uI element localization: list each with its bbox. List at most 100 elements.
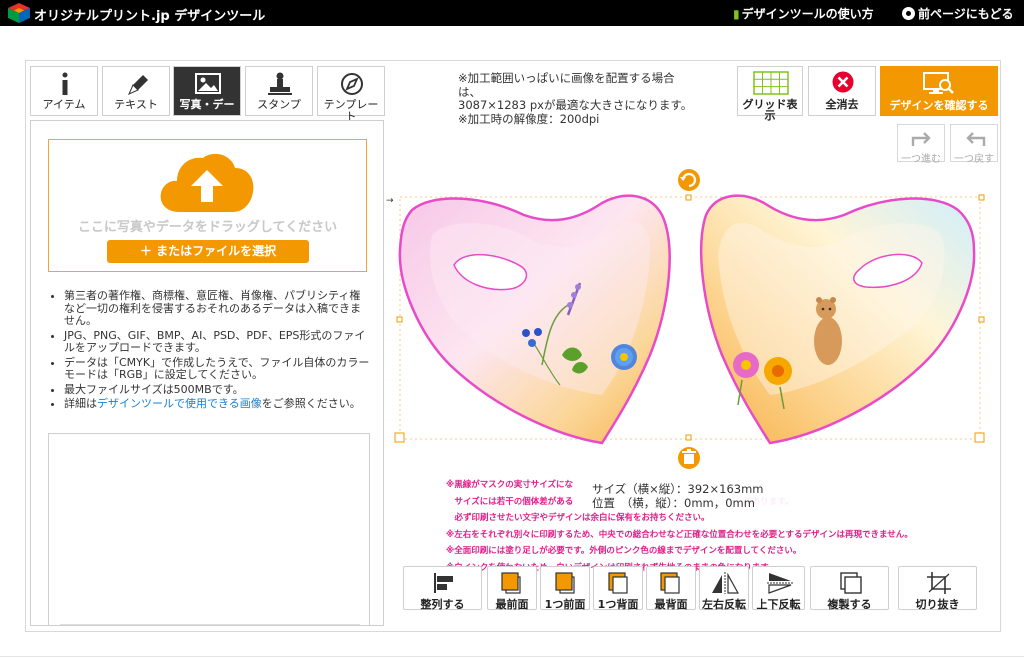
cloud-upload-icon (160, 153, 254, 212)
grid-toggle-button[interactable]: グリッド表示 (737, 66, 803, 121)
clear-all-label: 全消去 (825, 98, 859, 111)
footer-divider (0, 656, 1024, 657)
crop-button[interactable]: 切り抜き (898, 566, 977, 611)
confirm-design-label: デザインを確認する (889, 99, 989, 112)
note-item: JPG、PNG、GIF、BMP、AI、PSD、PDF、EPS形式のファイルをアッ… (64, 329, 370, 355)
redo-icon (911, 132, 931, 146)
tab-photo[interactable]: 写真・デー (173, 66, 241, 116)
align-icon (434, 573, 453, 593)
back-icon (902, 7, 915, 20)
resize-handle[interactable] (978, 316, 985, 323)
note-item: 最大ファイルサイズは500MBです。 (64, 383, 370, 397)
duplicate-icon (840, 572, 862, 594)
pen-icon (128, 75, 148, 95)
bring-to-front-label: 最前面 (495, 598, 529, 611)
stamp-icon (268, 72, 292, 95)
flip-vertical-icon (767, 573, 793, 594)
duplicate-label: 複製する (827, 598, 872, 611)
size-position-readout: サイズ（横×縦）：392×163mm 位置 （横，縦）：0mm，0mm (592, 482, 792, 511)
bring-to-front-icon (501, 572, 521, 594)
info-icon (62, 72, 68, 95)
resize-handle[interactable] (978, 194, 985, 201)
tab-label: アイテム (42, 98, 86, 111)
back-link[interactable]: 前ページにもどる (902, 5, 1014, 22)
position-readout: 位置 （横，縦）：0mm，0mm (592, 495, 755, 510)
bring-forward-label: 1つ前面 (544, 598, 586, 611)
resize-handle[interactable] (685, 194, 692, 201)
clear-all-button[interactable]: 全消去 (808, 66, 876, 116)
resize-handle[interactable] (394, 432, 405, 443)
image-icon (195, 73, 221, 94)
info-line: ※加工時の解像度：200dpi (458, 111, 600, 126)
mask-left-piece[interactable] (398, 194, 671, 445)
align-label: 整列する (420, 598, 465, 611)
warning-line: ※左右をそれぞれ別々に印刷するため、中央での総合わせなど正確な位置合わせを必要と… (446, 529, 913, 540)
confirm-design-button[interactable]: デザインを確認する (880, 66, 998, 116)
redo-label: 一つ進む (901, 154, 941, 165)
resize-handle[interactable] (396, 316, 403, 323)
upload-dropzone[interactable]: ここに写真やデータをドラッグしてください ＋ またはファイルを選択 (48, 139, 367, 272)
undo-icon (966, 132, 986, 146)
uploaded-images-list[interactable] (48, 433, 370, 626)
design-canvas[interactable] (392, 165, 996, 475)
align-button[interactable]: 整列する (403, 566, 482, 611)
resize-handle[interactable] (685, 434, 692, 441)
tab-stamp[interactable]: スタンプ (245, 66, 313, 116)
crop-icon (927, 572, 951, 594)
note-suffix: をご参照ください。 (261, 397, 361, 410)
how-to-label: デザインツールの使い方 (741, 7, 874, 21)
crop-label: 切り抜き (915, 598, 960, 611)
redo-button[interactable]: 一つ進む (897, 124, 945, 165)
undo-button[interactable]: 一つ戻す (950, 124, 998, 165)
list-divider (60, 624, 360, 625)
warning-line: 必ず印刷させたい文字やデザインは余白に保有をお持ちください。 (446, 513, 710, 523)
flip-horizontal-icon (712, 572, 740, 594)
bring-to-front-button[interactable]: 最前面 (487, 566, 537, 611)
tab-item[interactable]: アイテム (30, 66, 98, 116)
send-to-back-icon (660, 572, 680, 594)
monitor-search-icon (923, 72, 954, 94)
flip-horizontal-button[interactable]: 左右反転 (699, 566, 749, 611)
app-header: オリジナルプリント.jp デザインツール ▮ デザインツールの使い方 前ページにも… (0, 0, 1024, 26)
bring-forward-icon (555, 572, 575, 594)
usable-images-link[interactable]: デザインツールで使用できる画像 (97, 397, 262, 410)
book-icon: ▮ (733, 7, 740, 21)
bring-forward-button[interactable]: 1つ前面 (540, 566, 590, 611)
undo-label: 一つ戻す (954, 154, 994, 165)
mask-right-piece[interactable] (700, 194, 976, 445)
send-backward-icon (608, 572, 628, 594)
tab-label: スタンプ (257, 98, 301, 111)
delete-handle[interactable] (678, 447, 700, 469)
note-prefix: 詳細は (64, 397, 97, 410)
tab-template[interactable]: テンプレー ト (317, 66, 385, 123)
grid-label: グリッド表示 (742, 98, 798, 122)
logo-icon (8, 3, 30, 23)
flip-vertical-label: 上下反転 (756, 598, 801, 611)
warning-line: ※全面印刷には塗り足しが必要です。外側のピンク色の線までデザインを配置してくださ… (446, 546, 802, 556)
send-to-back-label: 最背面 (654, 598, 688, 611)
info-line: 3087×1283 pxが最適な大きさになります。 (458, 98, 693, 112)
send-backward-label: 1つ背面 (597, 598, 639, 611)
send-backward-button[interactable]: 1つ背面 (593, 566, 643, 611)
duplicate-button[interactable]: 複製する (810, 566, 889, 611)
note-item: データは「CMYK」で作成したうえで、ファイル自体のカラーモードは「RGB」に設… (64, 356, 370, 382)
tab-text[interactable]: テキスト (102, 66, 170, 116)
send-to-back-button[interactable]: 最背面 (646, 566, 696, 611)
note-item-detail: 詳細はデザインツールで使用できる画像をご参照ください。 (64, 397, 370, 411)
rotate-handle[interactable] (678, 169, 700, 191)
note-item: 第三者の著作権、商標権、意匠権、肖像権、パブリシティ権など一切の権利を侵害するお… (64, 289, 370, 328)
close-circle-icon (832, 71, 854, 93)
flip-vertical-button[interactable]: 上下反転 (752, 566, 805, 611)
resize-handle[interactable] (974, 432, 985, 443)
drop-text: ここに写真やデータをドラッグしてください (77, 220, 338, 235)
logo-text: オリジナルプリント.jp デザインツール (34, 9, 266, 24)
tab-label: テキスト (114, 98, 158, 111)
flip-horizontal-label: 左右反転 (702, 598, 746, 611)
canvas-info: ※加工範囲いっぱいに画像を配置する場合は、 3087×1283 pxが最適な大き… (458, 71, 693, 126)
tab-label: 写真・デー (179, 98, 235, 111)
select-file-button[interactable]: ＋ またはファイルを選択 (107, 240, 309, 263)
info-line: ※加工範囲いっぱいに画像を配置する場合は、 (458, 71, 675, 99)
grid-icon (753, 71, 789, 95)
how-to-link[interactable]: ▮ デザインツールの使い方 (733, 5, 874, 22)
size-readout: サイズ（横×縦）：392×163mm (592, 482, 764, 496)
